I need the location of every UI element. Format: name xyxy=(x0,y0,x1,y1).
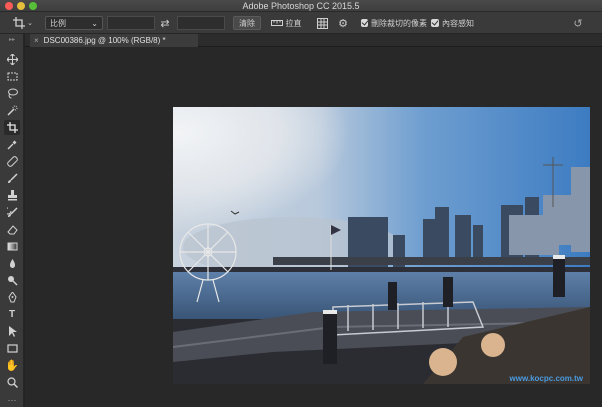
ratio-select-value: 比例 xyxy=(50,18,66,28)
content-aware-label: 內容感知 xyxy=(442,18,474,28)
marquee-tool-icon[interactable] xyxy=(4,69,20,84)
content-aware-checkbox[interactable]: 內容感知 xyxy=(431,16,479,30)
gear-icon[interactable]: ⚙ xyxy=(336,16,350,30)
options-bar: ⌄ 比例 ⌄ ⇄ 清除 拉直 ⚙ 刪除裁切的像素 內容感知 ↺ xyxy=(0,12,602,34)
healing-brush-tool-icon[interactable] xyxy=(4,154,20,169)
clear-button[interactable]: 清除 xyxy=(233,16,261,30)
tools-panel: ▸▸ T ✋ ··· xyxy=(0,34,24,407)
panel-grip-icon[interactable]: ▸▸ xyxy=(3,36,21,44)
clone-stamp-tool-icon[interactable] xyxy=(4,188,20,203)
zoom-tool-icon[interactable] xyxy=(4,375,20,390)
brush-tool-icon[interactable] xyxy=(4,171,20,186)
ratio-select[interactable]: 比例 ⌄ xyxy=(45,16,103,30)
delete-cropped-pixels-checkbox[interactable]: 刪除裁切的像素 xyxy=(361,16,427,30)
watermark-text: www.kocpc.com.tw xyxy=(509,374,584,383)
chevron-down-icon: ⌄ xyxy=(27,20,33,27)
delete-cropped-pixels-label: 刪除裁切的像素 xyxy=(371,18,427,28)
document-tab-bar: × DSC00386.jpg @ 100% (RGB/8) * xyxy=(25,34,602,47)
type-tool-icon[interactable]: T xyxy=(4,307,20,322)
gradient-tool-icon[interactable] xyxy=(4,239,20,254)
crop-tool-icon[interactable] xyxy=(4,120,20,135)
straighten-label: 拉直 xyxy=(285,18,302,28)
checkbox-checked-icon xyxy=(431,19,439,27)
checkbox-checked-icon xyxy=(361,19,368,27)
straighten-icon xyxy=(270,20,283,26)
harbor-photo: www.kocpc.com.tw xyxy=(173,107,590,384)
more-tools-icon[interactable]: ··· xyxy=(4,392,20,407)
overlay-options-button[interactable] xyxy=(313,16,331,30)
eraser-tool-icon[interactable] xyxy=(4,222,20,237)
history-brush-tool-icon[interactable] xyxy=(4,205,20,220)
document-tab-title: DSC00386.jpg @ 100% (RGB/8) * xyxy=(43,36,166,45)
dodge-tool-icon[interactable] xyxy=(4,273,20,288)
close-tab-icon[interactable]: × xyxy=(34,36,39,45)
title-bar: Adobe Photoshop CC 2015.5 xyxy=(0,0,602,12)
straighten-button[interactable]: 拉直 xyxy=(268,16,304,30)
swap-icon[interactable]: ⇄ xyxy=(158,16,172,30)
hand-tool-icon[interactable]: ✋ xyxy=(4,358,20,373)
pen-tool-icon[interactable] xyxy=(4,290,20,305)
rectangle-tool-icon[interactable] xyxy=(4,341,20,356)
chevron-down-icon: ⌄ xyxy=(91,18,98,28)
document-image[interactable]: www.kocpc.com.tw xyxy=(173,107,590,384)
ratio-width-input[interactable] xyxy=(107,16,155,30)
lasso-tool-icon[interactable] xyxy=(4,86,20,101)
quick-select-tool-icon[interactable] xyxy=(4,103,20,118)
crop-tool-preset-picker[interactable]: ⌄ xyxy=(10,16,36,30)
crop-icon xyxy=(13,17,26,29)
blur-tool-icon[interactable] xyxy=(4,256,20,271)
reset-icon[interactable]: ↺ xyxy=(571,16,585,30)
move-tool-icon[interactable] xyxy=(4,52,20,67)
path-select-tool-icon[interactable] xyxy=(4,324,20,339)
grid-icon xyxy=(316,17,328,29)
window-title: Adobe Photoshop CC 2015.5 xyxy=(242,1,360,11)
eyedropper-tool-icon[interactable] xyxy=(4,137,20,152)
ratio-height-input[interactable] xyxy=(177,16,225,30)
document-tab[interactable]: × DSC00386.jpg @ 100% (RGB/8) * xyxy=(30,34,198,47)
